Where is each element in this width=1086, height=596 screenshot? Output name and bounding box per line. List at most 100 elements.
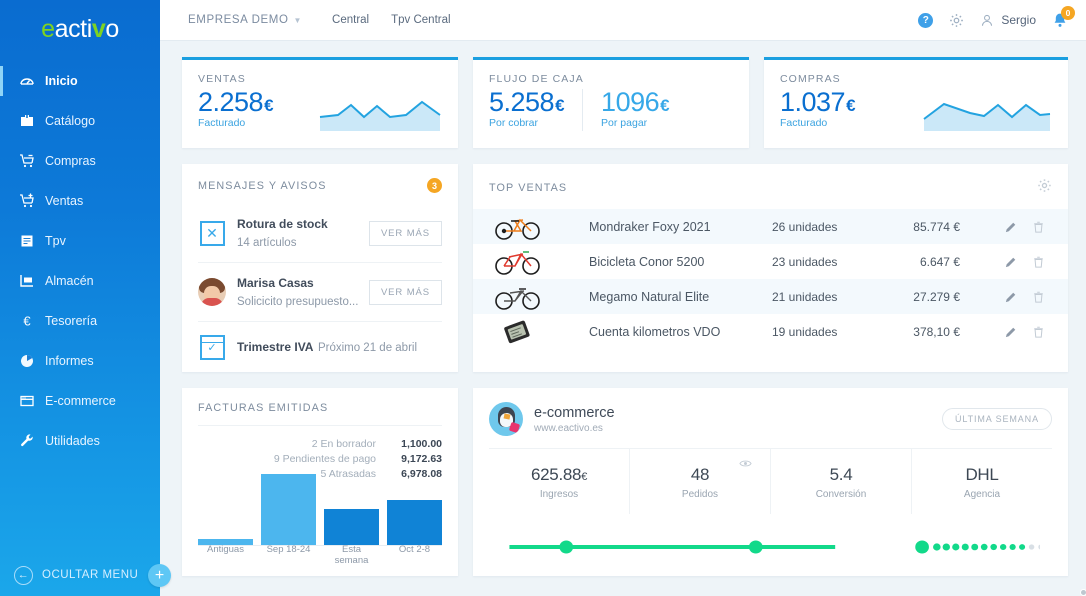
dashboard-content: VENTAS 2.258€ Facturado FLUJO DE CAJA 5.…	[160, 41, 1086, 596]
middle-row: MENSAJES Y AVISOS 3 ✕ Rotura de stock 14…	[182, 164, 1086, 596]
chart-bar	[261, 473, 316, 545]
add-button[interactable]: +	[148, 564, 171, 587]
panel-title: TOP VENTAS	[489, 182, 568, 194]
sidebar-item-label: Utilidades	[45, 434, 100, 448]
sidebar-item-tesoreria[interactable]: € Tesorería	[0, 306, 160, 336]
top-ventas-table: Mondraker Foxy 2021 26 unidades 85.774 €	[473, 209, 1068, 357]
kpi-sublabel: Por cobrar	[489, 117, 539, 130]
gear-icon[interactable]	[949, 13, 964, 28]
catalog-box-icon	[18, 113, 35, 130]
mountain-bike-icon	[489, 213, 547, 241]
cart-plus-icon	[18, 193, 35, 210]
legend-row: 2 En borrador 1,100.00	[198, 438, 442, 450]
sidebar-item-compras[interactable]: Compras	[0, 146, 160, 176]
sidebar-item-label: Tpv	[45, 234, 66, 248]
calendar-check-icon: ✓	[198, 333, 226, 361]
pencil-icon[interactable]	[1005, 291, 1017, 303]
kpi-card-compras: COMPRAS 1.037€ Facturado	[764, 57, 1068, 148]
user-menu[interactable]: Sergio	[980, 13, 1036, 28]
ecommerce-stats: 625.88€ Ingresos 48 Pedidos 5.4 Conversi…	[489, 448, 1052, 514]
table-row[interactable]: Bicicleta Conor 5200 23 unidades 6.647 €	[473, 244, 1068, 279]
help-circle-icon[interactable]: ?	[918, 12, 934, 28]
sidebar-item-almacen[interactable]: Almacén	[0, 266, 160, 296]
kpi-divider	[582, 89, 584, 131]
sidebar-item-ecommerce[interactable]: E-commerce	[0, 386, 160, 416]
topnav-item-central[interactable]: Central	[332, 14, 369, 26]
trash-icon[interactable]	[1033, 221, 1044, 233]
bottom-row: FACTURAS EMITIDAS 2 En borrador 1,100.00…	[182, 388, 1086, 576]
hide-menu-label: OCULTAR MENU	[42, 569, 139, 581]
kpi-currency: €	[555, 96, 565, 115]
sidebar-item-label: Inicio	[45, 74, 78, 88]
ver-mas-button[interactable]: VER MÁS	[368, 220, 442, 246]
sidebar-item-inicio[interactable]: Inicio	[0, 66, 160, 96]
stock-break-icon: ✕	[198, 219, 226, 247]
message-subtitle: Próximo 21 de abril	[317, 342, 418, 354]
eye-icon[interactable]	[739, 455, 752, 473]
gear-icon[interactable]	[1037, 178, 1052, 198]
product-amount: 27.279 €	[913, 289, 960, 304]
notification-badge: 0	[1061, 6, 1075, 20]
message-title: Marisa Casas	[237, 276, 314, 290]
sidebar-item-label: Compras	[45, 154, 96, 168]
sidebar-item-label: E-commerce	[45, 394, 116, 408]
stat-label: Pedidos	[681, 489, 719, 500]
order-progress-track[interactable]	[501, 540, 1086, 554]
message-item[interactable]: Marisa Casas Solicicito presupuesto... V…	[198, 263, 1086, 596]
messages-list: ✕ Rotura de stock 14 artículos VER MÁS M…	[182, 204, 1086, 596]
ver-mas-button[interactable]: VER MÁS	[368, 279, 442, 305]
ecommerce-url: www.eactivo.es	[534, 422, 603, 434]
home-icon	[18, 73, 35, 90]
svg-text:€: €	[23, 314, 31, 329]
message-subtitle: 14 artículos	[237, 237, 297, 249]
kpi-value: 2.258	[198, 87, 264, 117]
hide-menu-button[interactable]: ← OCULTAR MENU	[0, 554, 160, 596]
product-name: Cuenta kilometros VDO	[589, 324, 721, 339]
trash-icon[interactable]	[1033, 291, 1044, 303]
kpi-title: FLUJO DE CAJA	[489, 73, 584, 85]
stat-label: Agencia	[963, 489, 1001, 500]
stat-label: Conversión	[815, 489, 867, 500]
company-selector[interactable]: EMPRESA DEMO ▼	[188, 14, 302, 26]
sidebar-item-ventas[interactable]: Ventas	[0, 186, 160, 216]
trash-icon[interactable]	[1033, 326, 1044, 338]
kpi-title: COMPRAS	[780, 73, 841, 85]
kpi-row: VENTAS 2.258€ Facturado FLUJO DE CAJA 5.…	[182, 57, 1068, 148]
kpi-value-2: 1096	[601, 87, 660, 117]
stat-agencia: DHL Agencia	[912, 449, 1052, 514]
pencil-icon[interactable]	[1005, 256, 1017, 268]
stat-label: Ingresos	[539, 489, 579, 500]
prestashop-mascot-avatar	[489, 402, 523, 436]
trash-icon[interactable]	[1033, 256, 1044, 268]
sidebar-item-tpv[interactable]: Tpv	[0, 226, 160, 256]
sidebar-item-label: Ventas	[45, 194, 84, 208]
stat-currency: €	[581, 471, 588, 483]
message-item[interactable]: ✓ Trimestre IVA Próximo 21 de abril	[198, 322, 442, 372]
table-row[interactable]: Megamo Natural Elite 21 unidades 27.279 …	[473, 279, 1068, 314]
facturas-emitidas-panel: FACTURAS EMITIDAS 2 En borrador 1,100.00…	[182, 388, 458, 576]
sidebar-item-label: Almacén	[45, 274, 94, 288]
receipt-icon	[18, 233, 35, 250]
sidebar-item-informes[interactable]: Informes	[0, 346, 160, 376]
logo-acti: acti	[54, 14, 93, 43]
app-logo: e acti v o	[0, 0, 160, 58]
sidebar-item-catalogo[interactable]: Catálogo	[0, 106, 160, 136]
legend-value: 9,172.63	[401, 453, 442, 465]
message-item[interactable]: ✕ Rotura de stock 14 artículos VER MÁS	[198, 204, 442, 263]
notifications-button[interactable]: 0	[1052, 6, 1075, 28]
sidebar-item-utilidades[interactable]: Utilidades	[0, 426, 160, 456]
message-title: Trimestre IVA	[237, 340, 314, 354]
table-row[interactable]: Cuenta kilometros VDO 19 unidades 378,10…	[473, 314, 1068, 349]
pencil-icon[interactable]	[1005, 221, 1017, 233]
chart-category-label: Oct 2-8	[398, 544, 431, 555]
table-row[interactable]: Mondraker Foxy 2021 26 unidades 85.774 €	[473, 209, 1068, 244]
kpi-card-ventas: VENTAS 2.258€ Facturado	[182, 57, 458, 148]
period-filter-button[interactable]: ÚLTIMA SEMANA	[941, 408, 1052, 430]
topnav-item-tpv-central[interactable]: Tpv Central	[391, 14, 450, 26]
kpi-card-flujo-de-caja: FLUJO DE CAJA 5.258€ Por cobrar 1096€ Po…	[473, 57, 749, 148]
chart-bar	[387, 499, 442, 545]
chart-category-label: Esta semana	[334, 544, 369, 566]
pencil-icon[interactable]	[1005, 326, 1017, 338]
legend-value: 1,100.00	[401, 438, 442, 450]
product-units: 21 unidades	[772, 289, 838, 304]
